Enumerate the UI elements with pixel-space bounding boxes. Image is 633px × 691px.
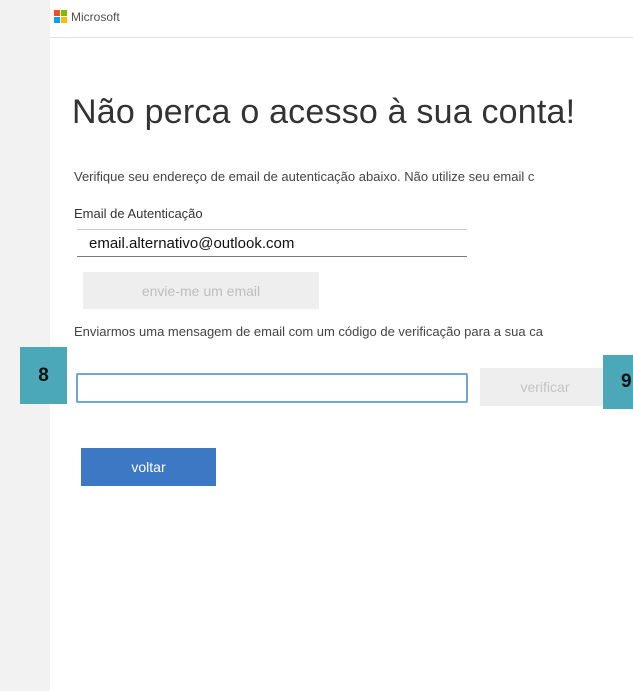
sent-message: Enviarmos uma mensagem de email com um c…	[74, 324, 543, 339]
back-button[interactable]: voltar	[81, 448, 216, 486]
page-title: Não perca o acesso à sua conta!	[72, 93, 576, 131]
verify-button[interactable]: verificar	[480, 368, 610, 406]
verification-code-input[interactable]	[76, 373, 468, 403]
send-email-button[interactable]: envie-me um email	[83, 272, 319, 309]
header: Microsoft	[50, 0, 633, 38]
page-description: Verifique seu endereço de email de auten…	[74, 169, 535, 184]
annotation-marker-8: 8	[20, 347, 67, 404]
brand-name: Microsoft	[71, 10, 120, 24]
microsoft-logo-icon	[54, 10, 68, 24]
auth-email-label: Email de Autenticação	[74, 206, 203, 221]
page-container: Microsoft Não perca o acesso à sua conta…	[50, 0, 633, 691]
auth-email-field[interactable]	[77, 229, 467, 257]
annotation-marker-9: 9	[603, 355, 633, 409]
